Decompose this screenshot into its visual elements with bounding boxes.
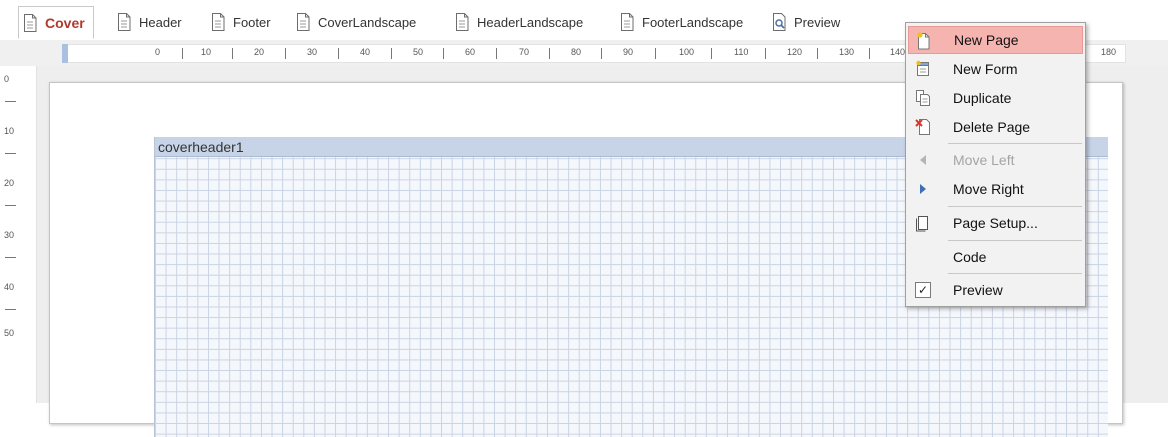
ruler-tick-label: 30: [4, 230, 15, 240]
tab-label: CoverLandscape: [318, 14, 417, 30]
menu-label: Delete Page: [953, 119, 1031, 135]
ruler-tick-mark: [338, 48, 339, 59]
tab-label: FooterLandscape: [642, 14, 744, 30]
ruler-tick-mark: [869, 48, 870, 59]
ruler-tick-mark: [655, 48, 656, 59]
ruler-tick-label: 180: [1101, 47, 1117, 57]
ruler-tick-mark: [285, 48, 286, 59]
ruler-tick-label: 10: [201, 47, 212, 57]
vertical-ruler: 0 10 20 30 40 50: [0, 66, 37, 403]
ruler-margin-marker[interactable]: [62, 44, 68, 63]
document-icon: [212, 13, 225, 31]
ruler-tick-label: 40: [4, 282, 15, 292]
tab-header[interactable]: Header: [117, 8, 182, 36]
ruler-tick-mark: [5, 205, 16, 206]
menu-item-move-left[interactable]: Move Left: [908, 146, 1083, 174]
new-form-icon: [914, 60, 932, 78]
menu-item-preview[interactable]: ✓ Preview: [908, 276, 1083, 304]
tab-footer[interactable]: Footer: [211, 8, 271, 36]
new-page-icon: [915, 32, 933, 50]
ruler-tick-label: 10: [4, 126, 15, 136]
document-icon: [24, 13, 37, 32]
menu-separator: [948, 273, 1082, 274]
ruler-tick-label: 0: [155, 47, 161, 57]
menu-separator: [948, 206, 1082, 207]
preview-icon: [773, 13, 786, 31]
menu-label: New Page: [954, 32, 1019, 48]
checkbox-checked-icon: ✓: [914, 281, 932, 299]
menu-item-new-page[interactable]: New Page: [908, 26, 1083, 54]
ruler-tick-label: 30: [307, 47, 318, 57]
menu-label: Code: [953, 249, 987, 265]
ruler-tick-mark: [5, 309, 16, 310]
ruler-tick-mark: [549, 48, 550, 59]
tab-footerlandscape[interactable]: FooterLandscape: [620, 8, 743, 36]
menu-separator: [948, 240, 1082, 241]
tab-headerlandscape[interactable]: HeaderLandscape: [455, 8, 583, 36]
tab-label: HeaderLandscape: [477, 14, 584, 30]
ruler-tick-mark: [711, 48, 712, 59]
tab-label: Preview: [794, 14, 841, 30]
ruler-tick-label: 110: [734, 47, 749, 57]
menu-item-delete-page[interactable]: Delete Page: [908, 113, 1083, 141]
ruler-tick-mark: [443, 48, 444, 59]
ruler-tick-mark: [496, 48, 497, 59]
delete-page-icon: [914, 118, 932, 136]
ruler-tick-label: 90: [623, 47, 634, 57]
menu-item-page-setup[interactable]: Page Setup...: [908, 209, 1083, 237]
page-context-menu: New Page New Form Duplicate Delete Page …: [905, 22, 1086, 307]
ruler-tick-mark: [817, 48, 818, 59]
document-icon: [297, 13, 310, 31]
menu-separator: [948, 143, 1082, 144]
menu-label: Duplicate: [953, 90, 1012, 106]
ruler-tick-mark: [232, 48, 233, 59]
check-mark: ✓: [915, 282, 931, 298]
menu-label: Preview: [953, 282, 1003, 298]
ruler-tick-label: 130: [839, 47, 855, 57]
menu-item-move-right[interactable]: Move Right: [908, 175, 1083, 203]
menu-item-code[interactable]: Code: [908, 243, 1083, 271]
menu-label: Move Right: [953, 181, 1024, 197]
ruler-tick-mark: [391, 48, 392, 59]
tab-cover[interactable]: Cover: [18, 6, 94, 39]
ruler-tick-mark: [601, 48, 602, 59]
tab-label: Cover: [45, 14, 85, 31]
ruler-tick-mark: [5, 257, 16, 258]
ruler-tick-label: 70: [519, 47, 530, 57]
ruler-tick-label: 40: [360, 47, 371, 57]
menu-label: Page Setup...: [953, 215, 1038, 231]
ruler-tick-label: 50: [413, 47, 424, 57]
ruler-tick-label: 20: [4, 178, 15, 188]
ruler-tick-label: 140: [890, 47, 906, 57]
menu-item-new-form[interactable]: New Form: [908, 55, 1083, 83]
ruler-tick-label: 0: [4, 74, 10, 84]
ruler-tick-label: 100: [679, 47, 695, 57]
ruler-tick-mark: [5, 101, 16, 102]
arrow-right-icon: [914, 180, 932, 198]
ruler-tick-label: 20: [254, 47, 265, 57]
page-setup-icon: [914, 214, 932, 232]
ruler-tick-label: 120: [787, 47, 803, 57]
ruler-tick-mark: [182, 48, 183, 59]
ruler-tick-label: 50: [4, 328, 15, 338]
menu-item-duplicate[interactable]: Duplicate: [908, 84, 1083, 112]
menu-label: New Form: [953, 61, 1018, 77]
document-icon: [456, 13, 469, 31]
ruler-tick-label: 60: [465, 47, 476, 57]
menu-label: Move Left: [953, 152, 1015, 168]
arrow-left-icon: [914, 151, 932, 169]
tab-label: Header: [139, 14, 182, 30]
ruler-tick-mark: [765, 48, 766, 59]
duplicate-icon: [914, 89, 932, 107]
tab-preview[interactable]: Preview: [772, 8, 840, 36]
tab-coverlandscape[interactable]: CoverLandscape: [296, 8, 416, 36]
tab-label: Footer: [233, 14, 271, 30]
ruler-tick-mark: [5, 153, 16, 154]
document-icon: [118, 13, 131, 31]
ruler-tick-label: 80: [571, 47, 582, 57]
document-icon: [621, 13, 634, 31]
